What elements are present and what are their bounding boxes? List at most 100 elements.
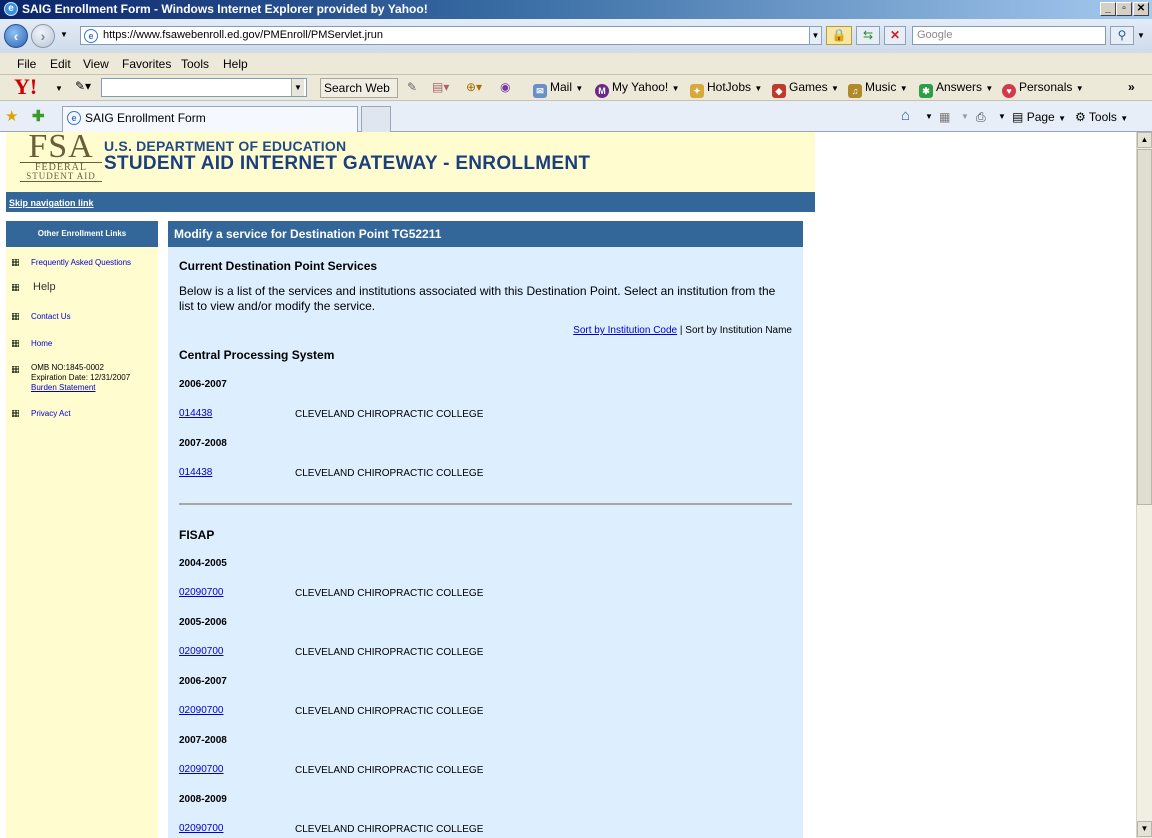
search-placeholder: Google [917,29,953,41]
menu-bar: File Edit View Favorites Tools Help [0,53,1152,75]
institution-code-link[interactable]: 014438 [179,467,212,478]
personals-item[interactable]: ♥ Personals ▼ [1002,80,1084,98]
headphones-icon[interactable]: ◉ [500,80,510,94]
close-button[interactable]: ✕ [1133,2,1149,16]
games-item[interactable]: ◆ Games ▼ [772,80,839,98]
home-link[interactable]: Home [31,339,52,348]
sort-by-code-link[interactable]: Sort by Institution Code [573,325,677,336]
service-year: 2007-2008 [179,438,227,449]
search-icon[interactable]: ⚲ [1110,26,1134,45]
history-dropdown-icon[interactable]: ▼ [60,30,68,39]
burden-statement-link[interactable]: Burden Statement [31,383,130,393]
my-yahoo-icon: M [595,84,609,98]
music-item[interactable]: ♫ Music ▼ [848,80,908,98]
address-row: ‹ › ▼ e https://www.fsawebenroll.ed.gov/… [0,19,1152,53]
new-tab-button[interactable] [361,106,391,132]
print-dropdown-icon[interactable]: ▼ [998,112,1006,121]
skip-navigation-link[interactable]: Skip navigation link [9,198,94,208]
home-dropdown-icon[interactable]: ▼ [925,112,933,121]
search-input[interactable]: Google [912,26,1106,45]
services-description: Below is a list of the services and inst… [179,284,776,313]
tab-bar: ★ ✚ e SAIG Enrollment Form ⌂ ▼ ▦ ▼ ⎙ ▼ ▤… [0,101,1152,132]
globe-icon[interactable]: ⊕▾ [466,80,482,94]
more-chevron-icon[interactable]: » [1128,80,1135,94]
bullet-icon [12,259,19,266]
institution-code-link[interactable]: 014438 [179,408,212,419]
faq-link[interactable]: Frequently Asked Questions [31,258,131,267]
popup-blocker-icon[interactable]: ▤▾ [432,80,449,94]
url-text: https://www.fsawebenroll.ed.gov/PMEnroll… [103,29,384,41]
heart-icon: ♥ [1002,84,1016,98]
url-input[interactable]: e https://www.fsawebenroll.ed.gov/PMEnro… [80,26,822,45]
url-dropdown-icon[interactable]: ▼ [809,26,822,45]
yahoo-search-dropdown-icon[interactable]: ▼ [291,79,304,96]
institution-code-link[interactable]: 02090700 [179,587,224,598]
ie-logo-icon: e [4,2,18,16]
privacy-act-link[interactable]: Privacy Act [31,409,71,418]
highlight-icon[interactable]: ✎ [407,80,417,94]
print-icon[interactable]: ⎙ [976,110,986,125]
refresh-icon[interactable]: ⇆ [856,26,880,45]
feeds-dropdown-icon[interactable]: ▼ [961,112,969,121]
menu-favorites[interactable]: Favorites [122,57,171,71]
feeds-icon[interactable]: ▦ [939,110,950,124]
pencil-icon[interactable]: ✎▾ [75,79,91,93]
home-icon[interactable]: ⌂ [901,107,910,124]
menu-help[interactable]: Help [223,57,248,71]
search-web-button[interactable]: Search Web ▼ [320,78,398,112]
page-menu-icon: ▤ [1012,110,1024,124]
omb-number: OMB NO:1845-0002 [31,363,104,372]
institution-code-link[interactable]: 02090700 [179,646,224,657]
service-year: 2004-2005 [179,558,227,569]
lock-icon[interactable]: 🔒 [826,26,852,45]
add-favorite-icon[interactable]: ✚ [32,107,45,125]
omb-expiration: Expiration Date: 12/31/2007 [31,373,131,382]
hotjobs-icon: ✦ [690,84,704,98]
tab-saig-enrollment[interactable]: e SAIG Enrollment Form [62,106,358,132]
help-link[interactable]: Help [33,281,56,293]
mail-icon: ✉ [533,84,547,98]
stop-icon[interactable]: ✕ [884,26,906,45]
search-options-icon[interactable]: ▼ [1137,31,1145,40]
institution-name: CLEVELAND CHIROPRACTIC COLLEGE [295,409,484,420]
answers-item[interactable]: ✱ Answers ▼ [919,80,993,98]
institution-name: CLEVELAND CHIROPRACTIC COLLEGE [295,647,484,658]
back-button[interactable]: ‹ [4,24,28,48]
institution-code-link[interactable]: 02090700 [179,764,224,775]
contact-us-link[interactable]: Contact Us [31,312,71,321]
institution-code-link[interactable]: 02090700 [179,705,224,716]
menu-edit[interactable]: Edit [50,57,71,71]
menu-file[interactable]: File [17,57,36,71]
forward-button[interactable]: › [31,24,55,48]
sort-options: Sort by Institution Code | Sort by Insti… [573,325,792,336]
vertical-scrollbar[interactable]: ▲ ▼ [1136,132,1152,838]
yahoo-logo-icon[interactable]: Y! [14,76,37,98]
menu-view[interactable]: View [83,57,109,71]
service-year: 2007-2008 [179,735,227,746]
hotjobs-item[interactable]: ✦ HotJobs ▼ [690,80,762,98]
gear-icon: ⚙ [1075,110,1086,124]
answers-icon: ✱ [919,84,933,98]
scroll-down-icon[interactable]: ▼ [1137,821,1152,837]
yahoo-search-input[interactable]: ▼ [101,78,307,97]
tools-menu[interactable]: ⚙ Tools ▼ [1075,110,1128,124]
my-yahoo-item[interactable]: M My Yahoo! ▼ [595,80,680,98]
music-label: Music [865,80,897,94]
page-menu[interactable]: ▤ Page ▼ [1012,110,1066,124]
yahoo-toolbar: Y! ▼ ✎▾ ▼ Search Web ▼ ✎ ▤▾ ⊕▾ ◉ ✉Mail ▼… [0,75,1152,112]
favorites-star-icon[interactable]: ★ [5,107,18,125]
maximize-button[interactable]: ▫ [1116,2,1132,16]
scroll-thumb[interactable] [1137,149,1152,505]
page-icon: e [84,29,98,43]
yahoo-mail-item[interactable]: ✉ Mail ▼ [533,80,583,98]
my-yahoo-label: My Yahoo! [612,80,669,94]
scroll-up-icon[interactable]: ▲ [1137,132,1152,148]
bullet-icon [12,366,19,373]
yahoo-menu-dropdown-icon[interactable]: ▼ [55,84,63,93]
tools-menu-label: Tools [1088,110,1117,124]
org-department: U.S. DEPARTMENT OF EDUCATION [104,138,347,154]
institution-code-link[interactable]: 02090700 [179,823,224,834]
minimize-button[interactable]: _ [1100,2,1116,16]
menu-tools[interactable]: Tools [181,57,209,71]
bullet-icon [12,340,19,347]
